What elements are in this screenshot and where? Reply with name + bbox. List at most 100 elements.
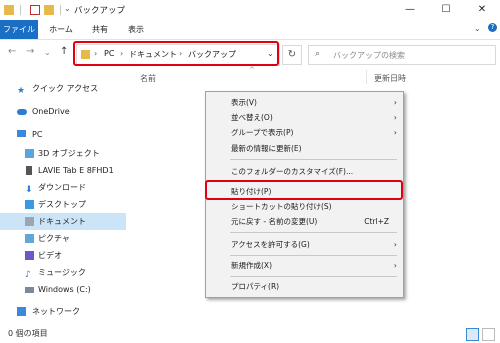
- submenu-arrow-icon: ›: [393, 240, 397, 249]
- menu-item-label: 並べ替え(O): [231, 113, 273, 122]
- help-icon[interactable]: ?: [488, 23, 497, 32]
- menu-item-label: 元に戻す - 名前の変更(U): [231, 217, 318, 226]
- sidebar-item-label: ネットワーク: [32, 307, 80, 316]
- menu-item-label: 表示(V): [231, 98, 257, 107]
- navigation-pane: ★ クイック アクセス OneDrive PC 3D オブジェクト LAVIE …: [0, 69, 128, 325]
- sidebar-item-downloads[interactable]: ⬇ ダウンロード: [0, 179, 126, 196]
- sidebar-item-label: ビデオ: [38, 251, 62, 260]
- forward-button[interactable]: →: [26, 46, 34, 57]
- sidebar-item-label: ダウンロード: [38, 183, 86, 192]
- column-divider[interactable]: [366, 70, 367, 84]
- customize-toolbar-icon[interactable]: ⌄: [64, 4, 71, 13]
- menu-item-sort-by[interactable]: 並べ替え(O) ›: [206, 110, 403, 125]
- menu-item-customize-folder[interactable]: このフォルダーのカスタマイズ(F)...: [206, 164, 403, 179]
- sidebar-item-lavie-tab[interactable]: LAVIE Tab E 8FHD1: [0, 162, 126, 179]
- sidebar-item-quick-access[interactable]: ★ クイック アクセス: [0, 80, 126, 97]
- menu-item-properties[interactable]: プロパティ(R): [206, 279, 403, 294]
- menu-item-label: グループで表示(P): [231, 128, 294, 137]
- documents-icon: [25, 217, 34, 226]
- sidebar-item-network[interactable]: ネットワーク: [0, 303, 126, 320]
- sidebar-item-label: Windows (C:): [38, 285, 91, 294]
- status-bar: 0 個の項目: [0, 325, 500, 343]
- tab-file[interactable]: ファイル: [0, 20, 38, 39]
- search-input[interactable]: ⌕ バックアップの検索: [308, 45, 496, 65]
- menu-item-refresh[interactable]: 最新の情報に更新(E): [206, 141, 403, 156]
- tab-view[interactable]: 表示: [118, 20, 154, 39]
- address-highlight-box: [73, 41, 279, 66]
- back-button[interactable]: ←: [8, 46, 16, 57]
- close-button[interactable]: ✕: [464, 0, 500, 20]
- folder-icon: [4, 5, 14, 15]
- menu-item-label: 最新の情報に更新(E): [231, 144, 302, 153]
- tab-home[interactable]: ホーム: [40, 20, 82, 39]
- up-button[interactable]: ↑: [60, 46, 68, 57]
- menu-item-give-access[interactable]: アクセスを許可する(G) ›: [206, 237, 403, 252]
- pictures-icon: [25, 234, 34, 243]
- menu-item-label: ショートカットの貼り付け(S): [231, 202, 332, 211]
- menu-item-new[interactable]: 新規作成(X) ›: [206, 258, 403, 273]
- sidebar-item-desktop[interactable]: デスクトップ: [0, 196, 126, 213]
- recent-locations-button[interactable]: ⌄: [44, 48, 51, 57]
- pc-icon: [17, 130, 26, 137]
- details-view-icon[interactable]: [466, 328, 479, 341]
- column-header-name[interactable]: 名前: [140, 73, 156, 84]
- maximize-button[interactable]: ☐: [428, 0, 464, 20]
- sidebar-item-label: OneDrive: [32, 107, 70, 116]
- paste-highlight-box: [205, 180, 403, 200]
- sidebar-item-label: PC: [32, 130, 43, 139]
- sidebar-item-pc[interactable]: PC: [0, 126, 126, 143]
- sidebar-item-music[interactable]: ♪ ミュージック: [0, 264, 126, 281]
- submenu-arrow-icon: ›: [393, 128, 397, 137]
- sidebar-item-label: ミュージック: [38, 268, 86, 277]
- sidebar-item-label: デスクトップ: [38, 200, 86, 209]
- minimize-button[interactable]: —: [392, 0, 428, 20]
- toolbar-divider: [60, 5, 61, 15]
- menu-item-group-by[interactable]: グループで表示(P) ›: [206, 125, 403, 140]
- menu-item-label: 新規作成(X): [231, 261, 272, 270]
- desktop-folder-icon: [25, 200, 34, 209]
- menu-item-undo-rename[interactable]: 元に戻す - 名前の変更(U) Ctrl+Z: [206, 214, 403, 229]
- expand-ribbon-icon[interactable]: ⌄: [474, 24, 481, 33]
- menu-item-shortcut: Ctrl+Z: [364, 217, 389, 226]
- menu-item-label: アクセスを許可する(G): [231, 240, 310, 249]
- column-header-date-modified[interactable]: 更新日時: [374, 73, 406, 84]
- submenu-arrow-icon: ›: [393, 113, 397, 122]
- menu-separator: [230, 276, 397, 277]
- refresh-button[interactable]: ↻: [282, 45, 302, 65]
- toolbar-divider: [20, 5, 21, 15]
- sidebar-item-videos[interactable]: ビデオ: [0, 247, 126, 264]
- item-count: 0 個の項目: [8, 329, 48, 338]
- menu-item-label: このフォルダーのカスタマイズ(F)...: [231, 167, 354, 176]
- new-folder-icon[interactable]: [44, 5, 54, 15]
- sidebar-item-label: 3D オブジェクト: [38, 149, 100, 158]
- search-placeholder: バックアップの検索: [333, 51, 405, 60]
- sidebar-item-label: クイック アクセス: [32, 84, 99, 93]
- large-icons-view-icon[interactable]: [482, 328, 495, 341]
- menu-separator: [230, 159, 397, 160]
- sort-indicator-icon: ^: [249, 66, 255, 74]
- menu-separator: [230, 255, 397, 256]
- sidebar-item-3d-objects[interactable]: 3D オブジェクト: [0, 145, 126, 162]
- video-icon: [25, 251, 34, 260]
- navigation-bar: ← → ⌄ ↑ › PC › ドキュメント › バックアップ ⌄ ↻ ⌕ バック…: [0, 40, 500, 67]
- cloud-icon: [17, 109, 27, 115]
- sidebar-item-documents[interactable]: ドキュメント: [0, 213, 126, 230]
- sidebar-item-windows-c[interactable]: Windows (C:): [0, 281, 126, 298]
- tab-share[interactable]: 共有: [84, 20, 116, 39]
- cube-icon: [25, 149, 34, 158]
- star-icon: ★: [17, 86, 26, 96]
- sidebar-item-pictures[interactable]: ピクチャ: [0, 230, 126, 247]
- sidebar-item-onedrive[interactable]: OneDrive: [0, 103, 126, 120]
- menu-item-label: プロパティ(R): [231, 282, 280, 291]
- menu-item-view[interactable]: 表示(V) ›: [206, 95, 403, 110]
- sidebar-item-label: ピクチャ: [38, 234, 70, 243]
- menu-item-paste-shortcut[interactable]: ショートカットの貼り付け(S): [206, 199, 403, 214]
- submenu-arrow-icon: ›: [393, 261, 397, 270]
- properties-icon[interactable]: [30, 5, 40, 15]
- window-title: バックアップ: [74, 6, 126, 16]
- network-icon: [17, 307, 26, 316]
- submenu-arrow-icon: ›: [393, 98, 397, 107]
- search-icon: ⌕: [315, 49, 321, 59]
- sidebar-item-label: LAVIE Tab E 8FHD1: [38, 166, 114, 175]
- ribbon-tabs: ファイル ホーム 共有 表示 ⌄ ?: [0, 20, 500, 40]
